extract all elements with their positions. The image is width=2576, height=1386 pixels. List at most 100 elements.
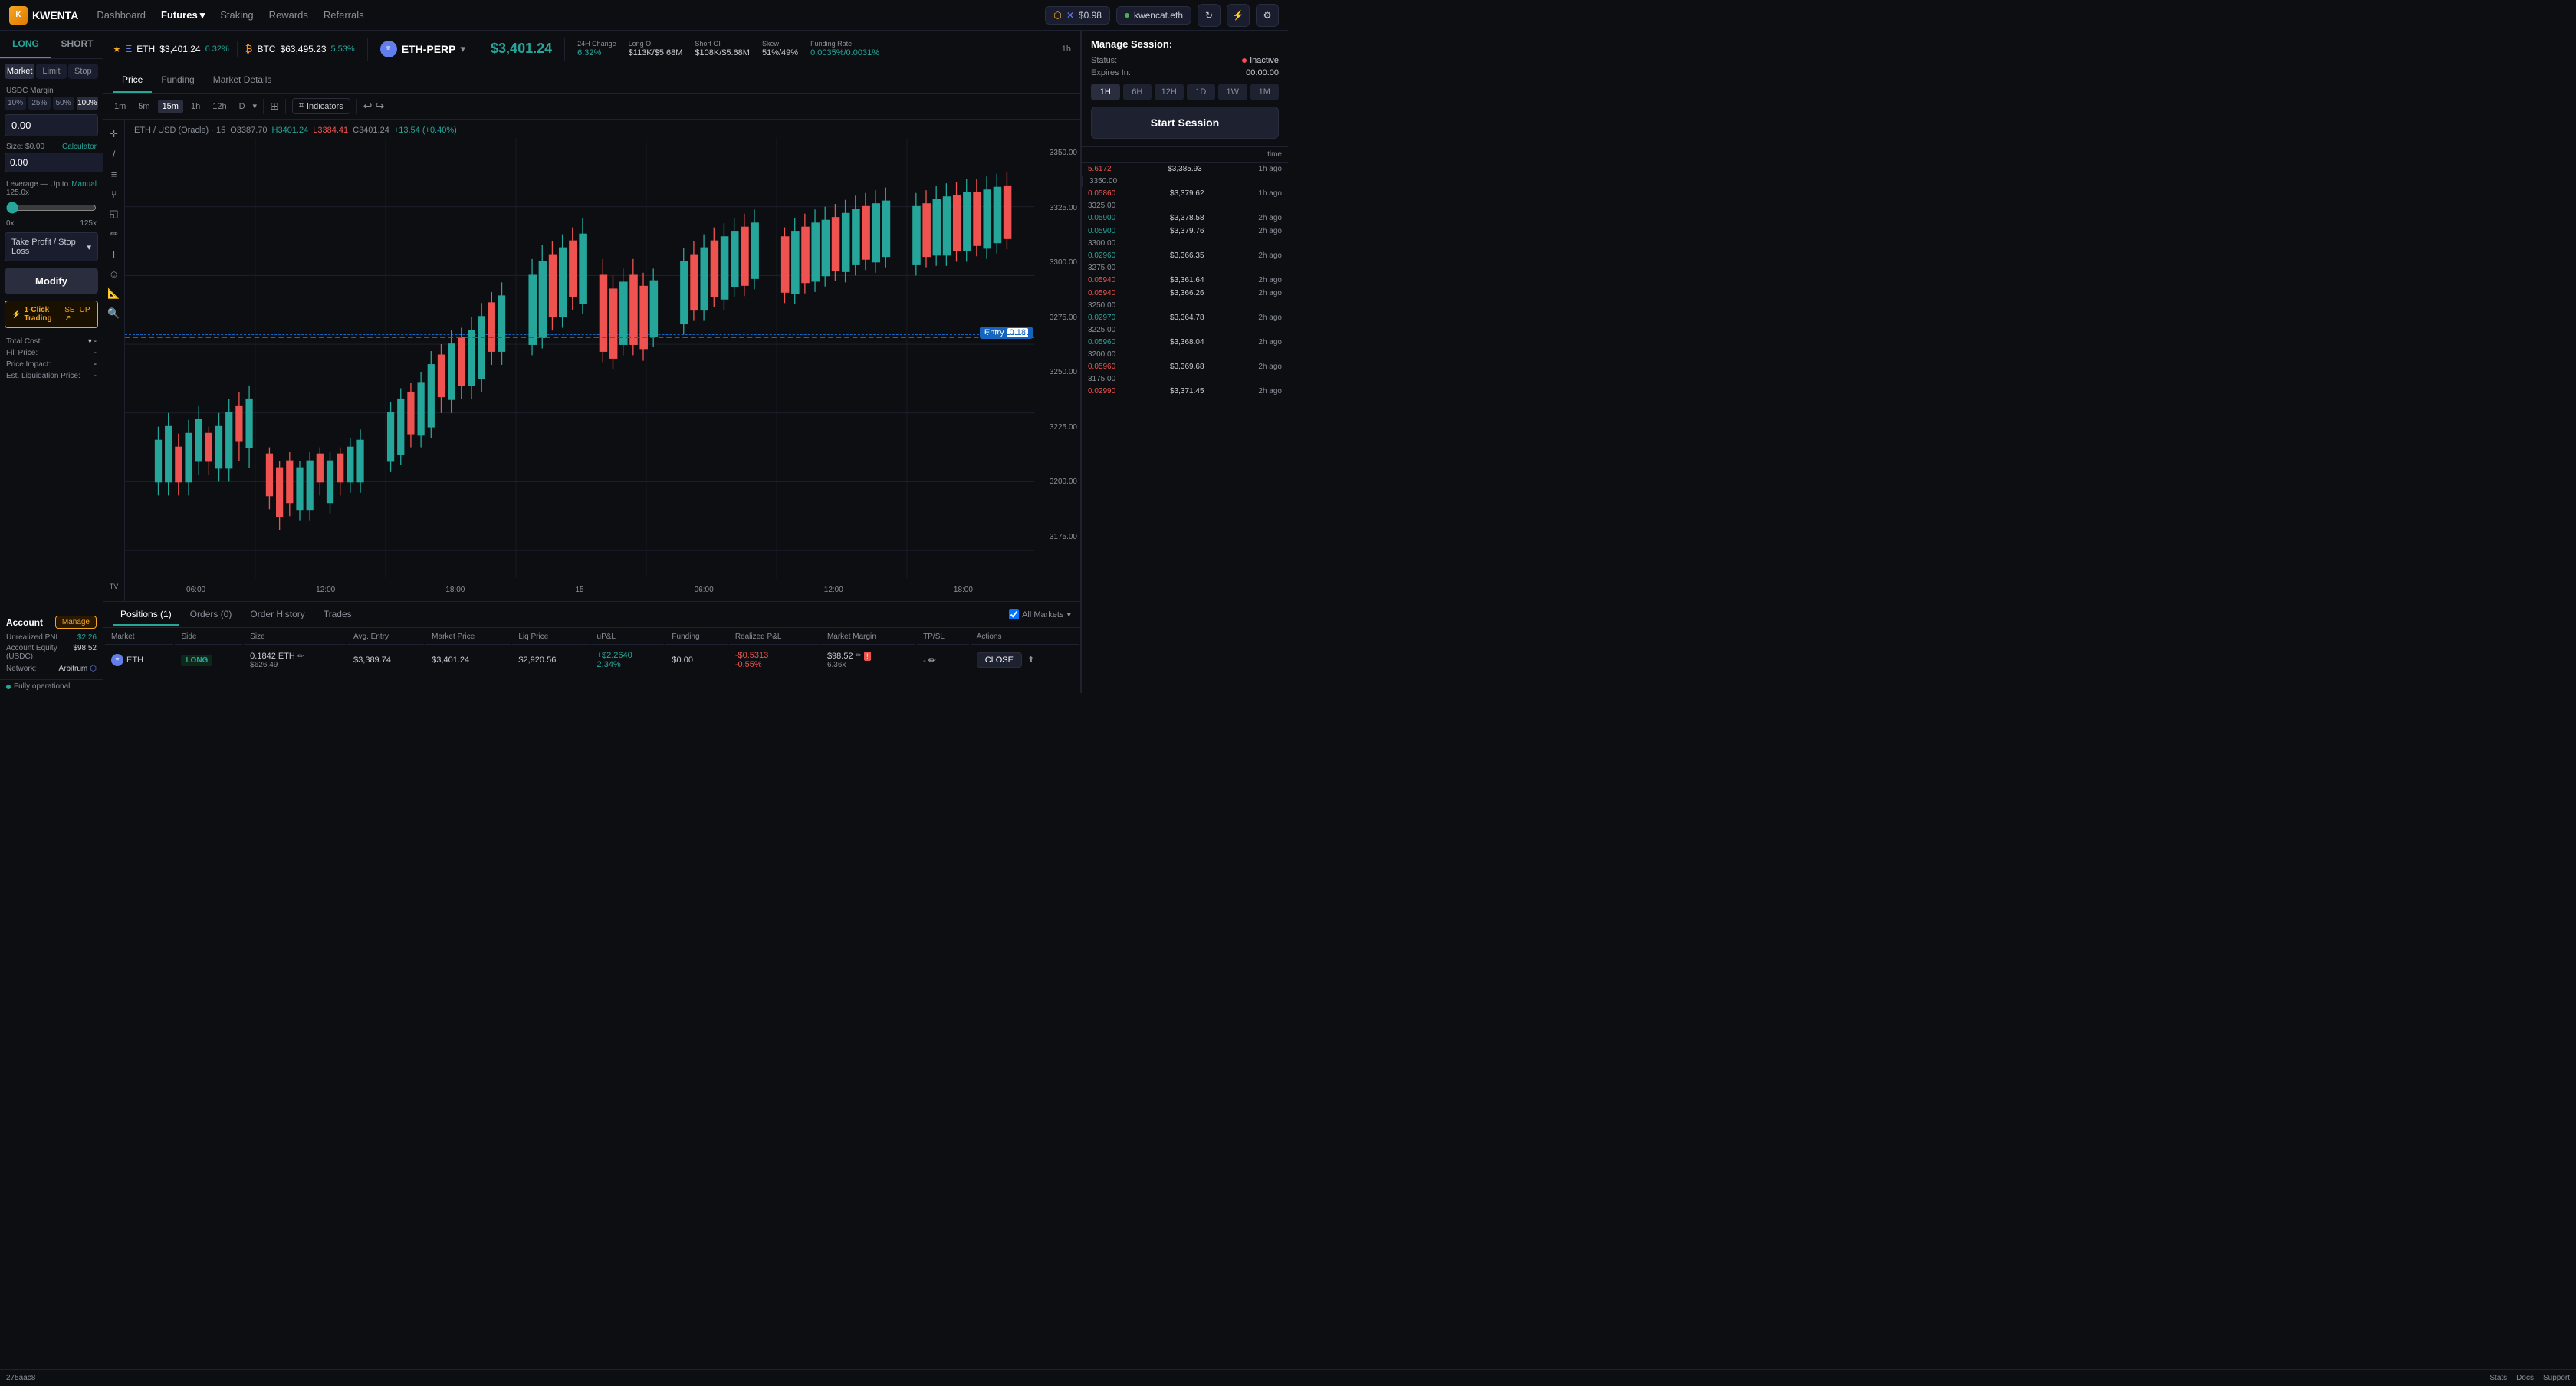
account-header: Account Manage xyxy=(6,616,97,629)
emoji-tool[interactable]: ☺ xyxy=(106,265,123,282)
tf-d[interactable]: D xyxy=(235,100,250,113)
leverage-range-input[interactable] xyxy=(6,202,97,214)
price-tab[interactable]: Price xyxy=(113,68,152,93)
ob-row-9: 0.05960 $3,369.68 2h ago xyxy=(1082,360,1288,373)
total-cost-value: ▾ - xyxy=(88,337,97,346)
nav-rewards[interactable]: Rewards xyxy=(269,9,308,21)
wallet-user-btn[interactable]: kwencat.eth xyxy=(1116,6,1191,25)
draw-line-tool[interactable]: / xyxy=(106,146,123,163)
one-click-banner: ⚡ 1-Click Trading SETUP ↗ xyxy=(5,301,98,328)
tf-1m[interactable]: 1m xyxy=(110,100,130,113)
market-tab[interactable]: Market xyxy=(5,64,34,79)
bottom-section: Positions (1) Orders (0) Order History T… xyxy=(104,601,1080,693)
measure-tool[interactable]: 📐 xyxy=(106,285,123,302)
chart-area-inner: ETH / USD (Oracle) · 15 O3387.70 H3401.2… xyxy=(125,120,1080,601)
divider-v3 xyxy=(564,38,565,61)
pair-name[interactable]: ETH-PERP xyxy=(402,43,456,55)
short-tab[interactable]: SHORT xyxy=(51,31,103,58)
tpsl-cell: - ✏ xyxy=(917,646,969,674)
setup-link[interactable]: SETUP ↗ xyxy=(64,306,91,323)
tf-12h[interactable]: 12h xyxy=(208,100,231,113)
trades-tab[interactable]: Trades xyxy=(316,604,360,626)
ob-row-8: 0.05960 $3,368.04 2h ago xyxy=(1082,336,1288,349)
session-12h-btn[interactable]: 12H xyxy=(1155,84,1184,100)
pencil-tool[interactable]: ✏ xyxy=(106,225,123,242)
all-markets-check[interactable]: All Markets ▾ xyxy=(1009,609,1071,619)
ob-row-3350: 5.6172 $3,385.93 1h ago xyxy=(1082,163,1288,176)
col-realized-pnl: Realized P&L xyxy=(729,629,820,645)
nav-futures[interactable]: Futures ▾ xyxy=(161,9,205,21)
price-axis: 3350.00 3325.00 3300.00 3275.00 3250.00 … xyxy=(1034,120,1080,570)
wallet-dot xyxy=(1125,13,1129,18)
funding-tab[interactable]: Funding xyxy=(152,68,203,93)
center-area: ★ Ξ ETH $3,401.24 6.32% ₿ BTC $63,495.23… xyxy=(104,31,1081,693)
zoom-tool[interactable]: 🔍 xyxy=(106,305,123,322)
limit-tab[interactable]: Limit xyxy=(36,64,66,79)
status-dot xyxy=(6,685,11,689)
order-history-tab[interactable]: Order History xyxy=(242,604,312,626)
pct-50[interactable]: 50% xyxy=(53,97,74,110)
positions-table: Market Side Size Avg. Entry Market Price… xyxy=(104,628,1080,675)
funding-stat: Funding Rate 0.0035%/0.0031% xyxy=(810,40,879,57)
session-1w-btn[interactable]: 1W xyxy=(1218,84,1247,100)
tf-1h[interactable]: 1h xyxy=(186,100,205,113)
col-avg-entry: Avg. Entry xyxy=(347,629,424,645)
orders-tab[interactable]: Orders (0) xyxy=(182,604,240,626)
positions-thead: Market Side Size Avg. Entry Market Price… xyxy=(105,629,1079,645)
redo-icon[interactable]: ↪ xyxy=(375,100,384,113)
tpsl-edit-icon[interactable]: ✏ xyxy=(928,655,936,665)
text-tool[interactable]: T xyxy=(106,245,123,262)
share-icon[interactable]: ⬆ xyxy=(1027,655,1034,665)
tp-sl-select[interactable]: Take Profit / Stop Loss ▾ xyxy=(5,232,98,261)
lightning-icon-btn[interactable]: ⚡ xyxy=(1227,4,1250,27)
size-input[interactable] xyxy=(5,153,104,172)
start-session-button[interactable]: Start Session xyxy=(1091,107,1279,139)
crosshair-tool[interactable]: ✛ xyxy=(106,126,123,143)
liq-price-row: Est. Liquidation Price: - xyxy=(6,372,97,380)
manage-button[interactable]: Manage xyxy=(55,616,97,629)
wallet-balance-btn[interactable]: ⬡ ✕ $0.98 xyxy=(1045,6,1110,25)
short-oi-stat: Short OI $108K/$5.68M xyxy=(695,40,750,57)
tf-15m[interactable]: 15m xyxy=(158,100,183,113)
logo: K KWENTA xyxy=(9,6,78,25)
shape-tool[interactable]: ◱ xyxy=(106,205,123,222)
close-button[interactable]: CLOSE xyxy=(977,652,1022,668)
eth-icon-small: Ξ xyxy=(111,654,123,666)
positions-tab[interactable]: Positions (1) xyxy=(113,604,179,626)
stop-tab[interactable]: Stop xyxy=(68,64,98,79)
pct-100[interactable]: 100% xyxy=(77,97,98,110)
nav-staking[interactable]: Staking xyxy=(220,9,253,21)
liq-price-cell: $2,920.56 xyxy=(512,646,589,674)
nav-links: Dashboard Futures ▾ Staking Rewards Refe… xyxy=(97,9,363,21)
session-1m-btn[interactable]: 1M xyxy=(1250,84,1280,100)
horizontal-line-tool[interactable]: ≡ xyxy=(106,166,123,182)
candle-type-icon[interactable]: ⊞ xyxy=(270,100,279,113)
settings-icon-btn[interactable]: ⚙ xyxy=(1256,4,1279,27)
actions-cell: CLOSE ⬆ xyxy=(971,646,1079,674)
pct-25[interactable]: 25% xyxy=(28,97,50,110)
equity-row: Account Equity (USDC): $98.52 xyxy=(6,644,97,661)
long-tab[interactable]: LONG xyxy=(0,31,51,58)
chart-svg xyxy=(125,138,1034,578)
change-stat: 24H Change 6.32% xyxy=(577,40,616,57)
tf-5m[interactable]: 5m xyxy=(133,100,154,113)
fork-tool[interactable]: ⑂ xyxy=(106,186,123,202)
ohlc-label: ETH / USD (Oracle) · 15 O3387.70 H3401.2… xyxy=(134,126,457,135)
refresh-icon-btn[interactable]: ↻ xyxy=(1198,4,1221,27)
session-1h-btn[interactable]: 1H xyxy=(1091,84,1120,100)
logo-icon: K xyxy=(9,6,28,25)
undo-icon[interactable]: ↩ xyxy=(363,100,373,113)
indicators-btn[interactable]: ⌗ Indicators xyxy=(292,98,350,114)
logo-text: KWENTA xyxy=(32,9,78,21)
nav-dashboard[interactable]: Dashboard xyxy=(97,9,146,21)
session-1d-btn[interactable]: 1D xyxy=(1187,84,1216,100)
col-upnl: uP&L xyxy=(591,629,665,645)
pct-10[interactable]: 10% xyxy=(5,97,26,110)
session-6h-btn[interactable]: 6H xyxy=(1123,84,1152,100)
nav-referrals[interactable]: Referrals xyxy=(324,9,364,21)
amount-input[interactable] xyxy=(5,114,98,136)
chart-tools: ✛ / ≡ ⑂ ◱ ✏ T ☺ 📐 🔍 TV xyxy=(104,120,125,601)
market-details-tab[interactable]: Market Details xyxy=(204,68,281,93)
modify-button[interactable]: Modify xyxy=(5,268,98,294)
all-markets-checkbox[interactable] xyxy=(1009,609,1019,619)
